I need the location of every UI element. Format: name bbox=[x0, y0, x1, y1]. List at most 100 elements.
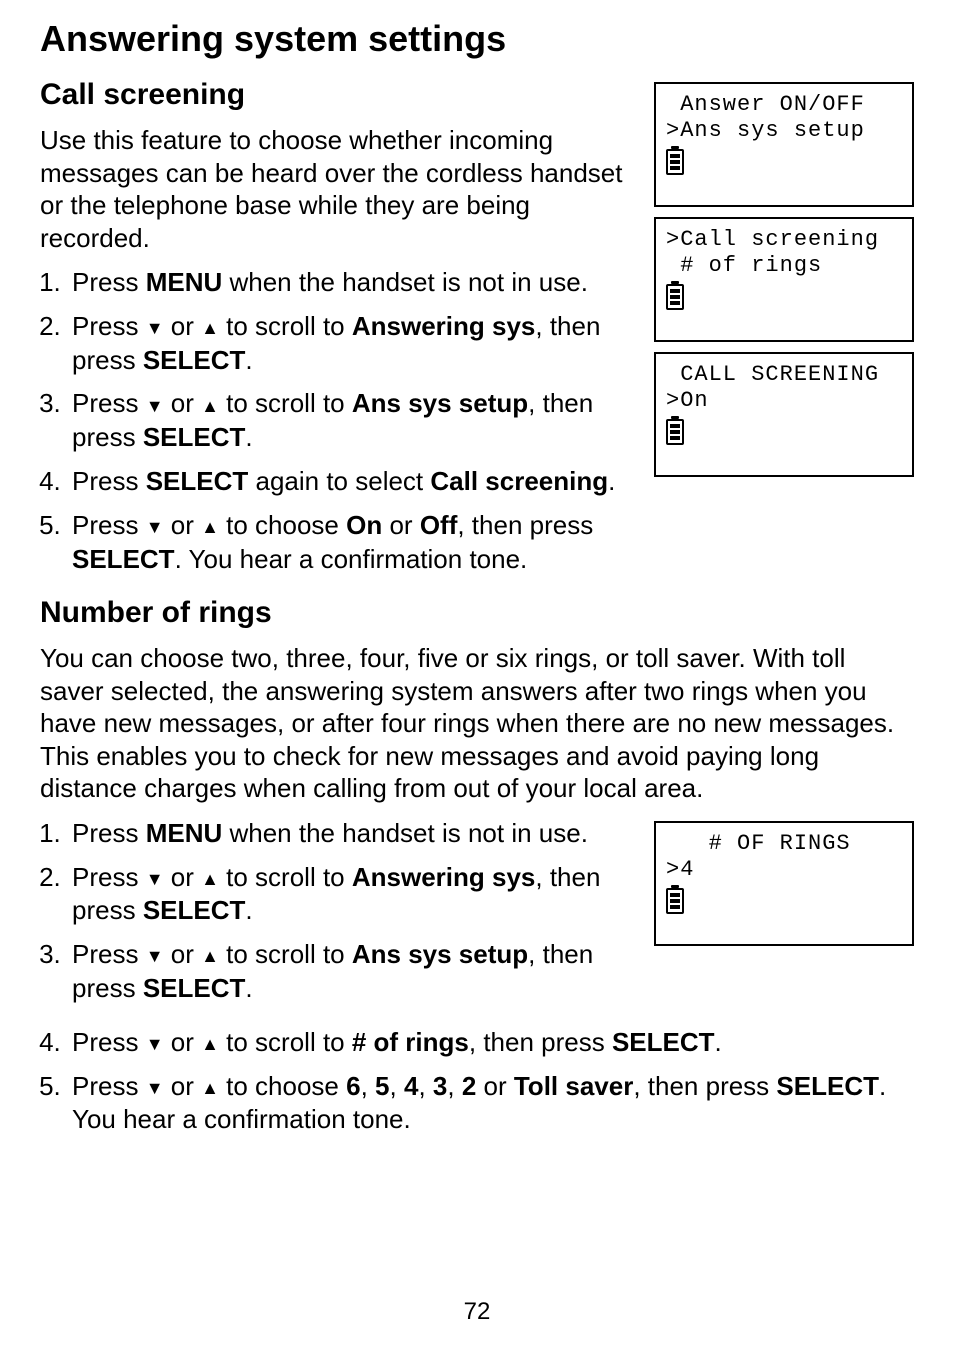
step-2: Press ▼ or ▲ to scroll to Answering sys,… bbox=[68, 310, 636, 378]
text: Press bbox=[72, 388, 146, 418]
text: Press bbox=[72, 862, 146, 892]
step-3: Press ▼ or ▲ to scroll to Ans sys setup,… bbox=[68, 938, 636, 1006]
text: when the handset is not in use. bbox=[222, 818, 588, 848]
text: Press bbox=[72, 311, 146, 341]
step-4: Press ▼ or ▲ to scroll to # of rings, th… bbox=[68, 1026, 914, 1060]
on-label: On bbox=[346, 510, 382, 540]
text: . bbox=[245, 422, 252, 452]
text: . bbox=[245, 973, 252, 1003]
lcd-line: >On bbox=[666, 388, 902, 414]
section-number-of-rings-intro: You can choose two, three, four, five or… bbox=[40, 642, 914, 805]
opt-3: 3 bbox=[433, 1071, 447, 1101]
lcd-line: # of rings bbox=[666, 253, 902, 279]
text: , then press bbox=[457, 510, 593, 540]
text: Press bbox=[72, 466, 146, 496]
lcd-line: >4 bbox=[666, 857, 902, 883]
off-label: Off bbox=[420, 510, 458, 540]
text: Press bbox=[72, 818, 146, 848]
lcd-line: CALL SCREENING bbox=[666, 362, 902, 388]
text: or bbox=[382, 510, 420, 540]
text: or bbox=[476, 1071, 514, 1101]
step-2: Press ▼ or ▲ to scroll to Answering sys,… bbox=[68, 861, 636, 929]
text: Press bbox=[72, 939, 146, 969]
text: or bbox=[164, 388, 202, 418]
battery-icon bbox=[666, 419, 684, 445]
lcd-stack: Answer ON/OFF >Ans sys setup >Call scree… bbox=[654, 82, 914, 477]
text: Press bbox=[72, 1027, 146, 1057]
step-4: Press SELECT again to select Call screen… bbox=[68, 465, 636, 499]
lcd-line: >Call screening bbox=[666, 227, 902, 253]
text: to choose bbox=[219, 510, 346, 540]
text: to scroll to bbox=[219, 311, 352, 341]
text: , then press bbox=[633, 1071, 776, 1101]
lcd-screen-rings: # OF RINGS >4 bbox=[654, 821, 914, 946]
text: or bbox=[164, 311, 202, 341]
text: or bbox=[164, 510, 202, 540]
text: . bbox=[608, 466, 615, 496]
section-number-of-rings-heading: Number of rings bbox=[40, 596, 914, 630]
text: , bbox=[447, 1071, 461, 1101]
answering-sys-label: Answering sys bbox=[352, 311, 536, 341]
text: , then press bbox=[469, 1027, 612, 1057]
select-label: SELECT bbox=[143, 895, 246, 925]
manual-page: Answering system settings Call screening… bbox=[0, 0, 954, 1354]
step-5: Press ▼ or ▲ to choose On or Off, then p… bbox=[68, 509, 636, 577]
answering-sys-label: Answering sys bbox=[352, 862, 536, 892]
text: when the handset is not in use. bbox=[222, 267, 588, 297]
select-label: SELECT bbox=[143, 422, 246, 452]
text: , bbox=[390, 1071, 404, 1101]
of-rings-label: # of rings bbox=[352, 1027, 469, 1057]
battery-icon bbox=[666, 888, 684, 914]
battery-icon bbox=[666, 284, 684, 310]
menu-label: MENU bbox=[146, 267, 223, 297]
step-3: Press ▼ or ▲ to scroll to Ans sys setup,… bbox=[68, 387, 636, 455]
text: to scroll to bbox=[219, 1027, 352, 1057]
call-screening-label: Call screening bbox=[430, 466, 608, 496]
text: again to select bbox=[248, 466, 430, 496]
opt-2: 2 bbox=[462, 1071, 476, 1101]
text: to scroll to bbox=[219, 862, 352, 892]
select-label: SELECT bbox=[72, 544, 175, 574]
section-call-screening-heading: Call screening bbox=[40, 78, 636, 112]
opt-toll-saver: Toll saver bbox=[514, 1071, 633, 1101]
text: to choose bbox=[219, 1071, 346, 1101]
select-label: SELECT bbox=[612, 1027, 715, 1057]
text: Press bbox=[72, 1071, 146, 1101]
section-call-screening-intro: Use this feature to choose whether incom… bbox=[40, 124, 636, 254]
select-label: SELECT bbox=[143, 345, 246, 375]
text: . bbox=[245, 345, 252, 375]
page-number: 72 bbox=[0, 1298, 954, 1326]
battery-icon bbox=[666, 149, 684, 175]
number-of-rings-steps: Press MENU when the handset is not in us… bbox=[40, 817, 636, 1006]
lcd-screen-on: CALL SCREENING >On bbox=[654, 352, 914, 477]
number-of-rings-steps-cont: Press ▼ or ▲ to scroll to # of rings, th… bbox=[40, 1026, 914, 1137]
step-1: Press MENU when the handset is not in us… bbox=[68, 266, 636, 300]
text: Press bbox=[72, 267, 146, 297]
opt-4: 4 bbox=[404, 1071, 418, 1101]
text: or bbox=[164, 1027, 202, 1057]
text: or bbox=[164, 939, 202, 969]
opt-6: 6 bbox=[346, 1071, 360, 1101]
page-title: Answering system settings bbox=[40, 18, 914, 60]
step-1: Press MENU when the handset is not in us… bbox=[68, 817, 636, 851]
text: . bbox=[245, 895, 252, 925]
opt-5: 5 bbox=[375, 1071, 389, 1101]
text: to scroll to bbox=[219, 939, 352, 969]
call-screening-steps: Press MENU when the handset is not in us… bbox=[40, 266, 636, 576]
text: . You hear a confirmation tone. bbox=[175, 544, 528, 574]
step-5: Press ▼ or ▲ to choose 6, 5, 4, 3, 2 or … bbox=[68, 1070, 914, 1138]
text: , bbox=[418, 1071, 432, 1101]
text: . bbox=[715, 1027, 722, 1057]
lcd-line: # OF RINGS bbox=[666, 831, 902, 857]
text: Press bbox=[72, 510, 146, 540]
ans-sys-setup-label: Ans sys setup bbox=[352, 939, 528, 969]
select-label: SELECT bbox=[146, 466, 249, 496]
lcd-line: Answer ON/OFF bbox=[666, 92, 902, 118]
text: , bbox=[361, 1071, 375, 1101]
lcd-side: # OF RINGS >4 bbox=[654, 821, 914, 946]
select-label: SELECT bbox=[776, 1071, 879, 1101]
lcd-line: >Ans sys setup bbox=[666, 118, 902, 144]
lcd-screen-ans-sys-setup: Answer ON/OFF >Ans sys setup bbox=[654, 82, 914, 207]
text: to scroll to bbox=[219, 388, 352, 418]
lcd-screen-call-screening: >Call screening # of rings bbox=[654, 217, 914, 342]
